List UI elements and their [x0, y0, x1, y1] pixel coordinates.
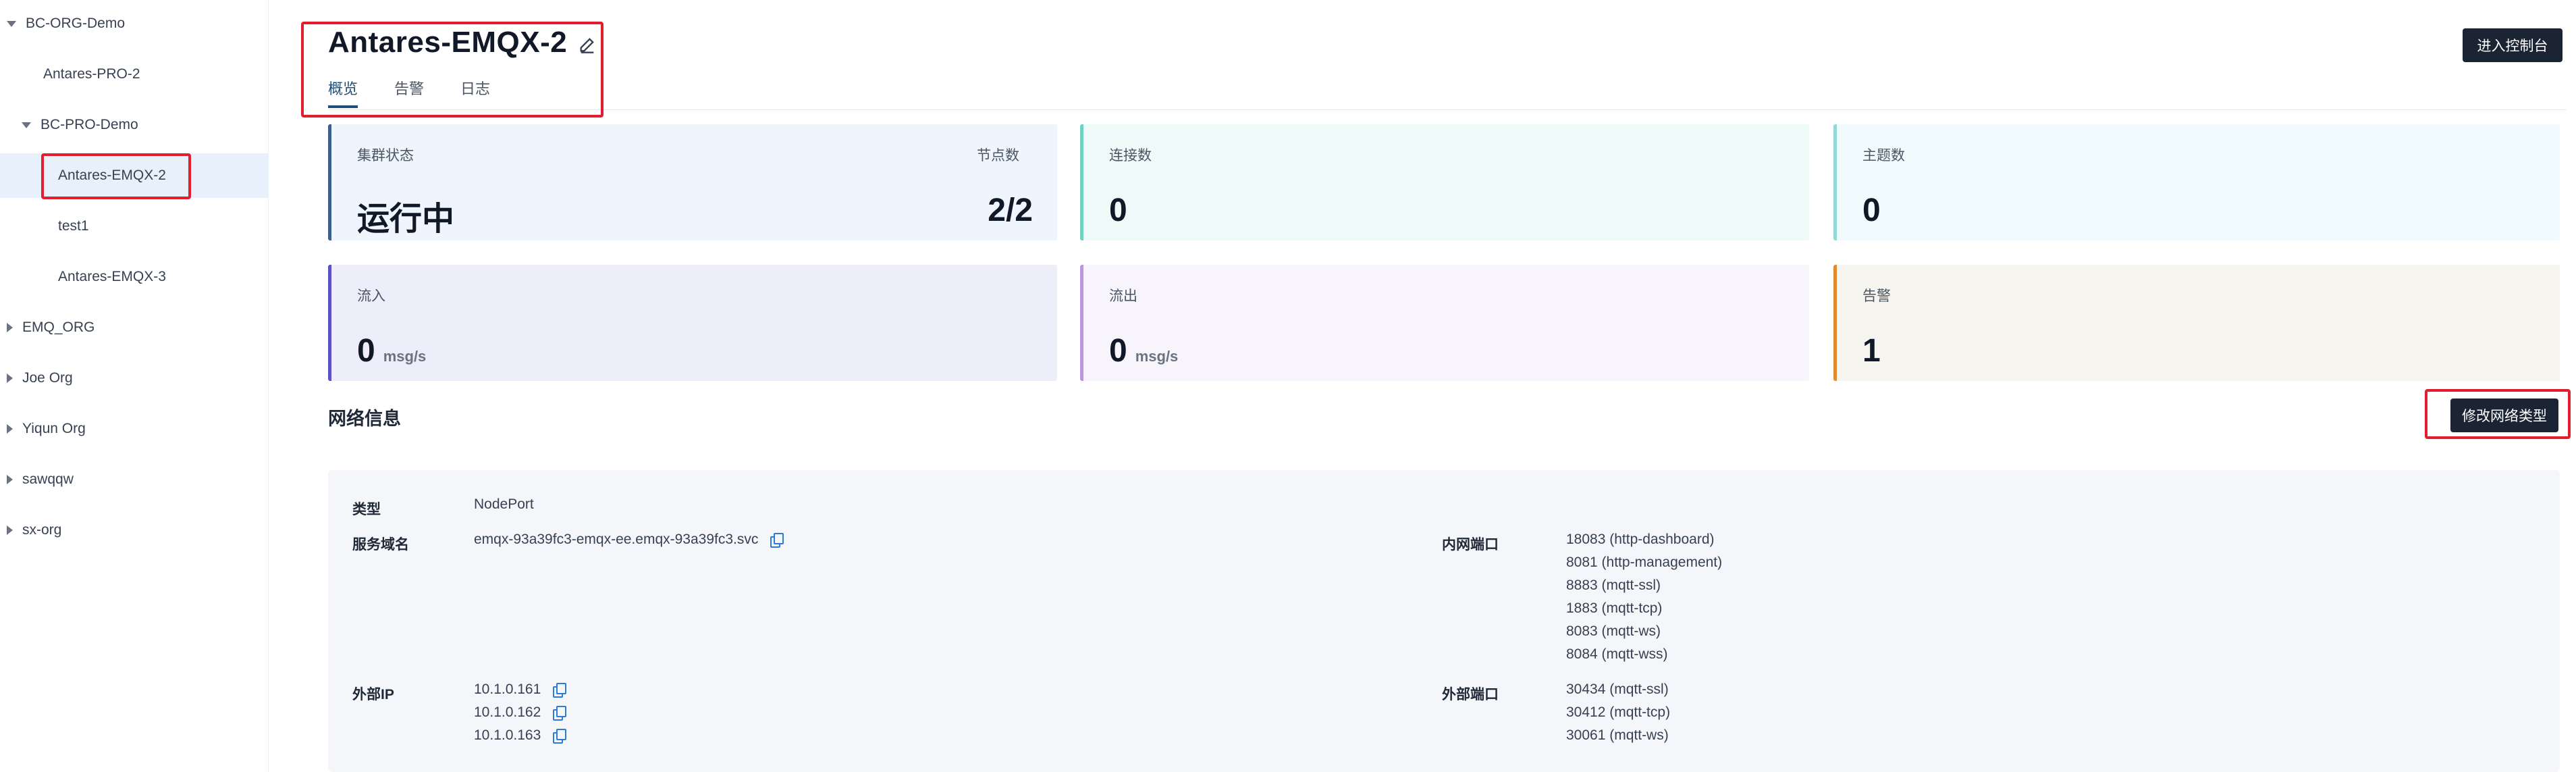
inflow-card: 流入 0 msg/s	[328, 265, 1057, 381]
internal-port-item: 8083 (mqtt-ws)	[1566, 623, 1661, 639]
external-port-item: 30061 (mqtt-ws)	[1566, 727, 1669, 743]
internal-ports-label: 内网端口	[1442, 537, 1499, 552]
internal-port-item: 8883 (mqtt-ssl)	[1566, 577, 1661, 593]
tree-item-bc-pro-demo[interactable]: BC-PRO-Demo	[0, 103, 269, 147]
copy-icon[interactable]	[553, 706, 567, 721]
network-info-title: 网络信息	[328, 409, 401, 429]
inflow-value-wrap: 0 msg/s	[357, 332, 426, 369]
inflow-label: 流入	[357, 288, 385, 304]
copy-icon[interactable]	[770, 533, 784, 548]
internal-port-item: 1883 (mqtt-tcp)	[1566, 600, 1663, 616]
outflow-value-wrap: 0 msg/s	[1109, 332, 1178, 369]
tab-overview[interactable]: 概览	[328, 77, 358, 108]
chevron-right-icon[interactable]	[7, 525, 13, 535]
tree-item-test1[interactable]: test1	[0, 204, 269, 249]
tree-item-label: BC-PRO-Demo	[41, 117, 138, 132]
connections-value: 0	[1109, 192, 1127, 228]
internal-ports-list: 18083 (http-dashboard) 8081 (http-manage…	[1566, 528, 1722, 666]
internal-port-item: 8084 (mqtt-wss)	[1566, 646, 1668, 662]
external-ports-label: 外部端口	[1442, 687, 1499, 702]
external-ip-item: 10.1.0.163	[474, 724, 567, 747]
alarms-label: 告警	[1862, 288, 1891, 304]
internal-port-item: 18083 (http-dashboard)	[1566, 532, 1715, 547]
external-ip-list: 10.1.0.161 10.1.0.162 10.1.0.163	[474, 678, 567, 747]
tree-item-label: BC-ORG-Demo	[26, 16, 126, 31]
outflow-label: 流出	[1109, 288, 1137, 304]
tree-item-label: EMQ_ORG	[22, 319, 95, 335]
external-ip-value: 10.1.0.162	[474, 704, 541, 720]
domain-row: emqx-93a39fc3-emqx-ee.emqx-93a39fc3.svc	[474, 528, 784, 551]
edit-network-type-button[interactable]: 修改网络类型	[2450, 398, 2558, 432]
copy-icon[interactable]	[553, 729, 567, 744]
tree-item-bc-org-demo[interactable]: BC-ORG-Demo	[0, 1, 269, 46]
tree-item-emq-org[interactable]: EMQ_ORG	[0, 305, 269, 350]
type-value: NodePort	[474, 496, 534, 512]
cluster-status-label: 集群状态	[357, 148, 414, 163]
network-info-panel: 类型 NodePort 服务域名 emqx-93a39fc3-emqx-ee.e…	[328, 470, 2560, 772]
tab-alarms[interactable]: 告警	[394, 77, 424, 108]
copy-icon[interactable]	[553, 683, 567, 698]
tree-item-label: sawqqw	[22, 471, 74, 487]
domain-value: emqx-93a39fc3-emqx-ee.emqx-93a39fc3.svc	[474, 532, 759, 547]
tree-item-sx-org[interactable]: sx-org	[0, 508, 269, 552]
node-count-value: 2/2	[988, 192, 1033, 228]
alarms-value: 1	[1862, 333, 1881, 369]
tree-item-label: Antares-EMQX-2	[58, 168, 166, 183]
external-ports-list: 30434 (mqtt-ssl) 30412 (mqtt-tcp) 30061 …	[1566, 678, 1670, 747]
chevron-right-icon[interactable]	[7, 323, 13, 332]
pencil-icon[interactable]	[578, 35, 597, 54]
external-port-item: 30412 (mqtt-tcp)	[1566, 704, 1671, 720]
tree-item-label: sx-org	[22, 522, 62, 538]
cluster-status-card: 集群状态 节点数 运行中 2/2	[328, 124, 1057, 240]
cluster-status-value: 运行中	[357, 201, 455, 237]
external-ip-item: 10.1.0.161	[474, 678, 567, 701]
tree-item-yiqun-org[interactable]: Yiqun Org	[0, 407, 269, 451]
main-content: Antares-EMQX-2 概览 告警 日志 进入控制台 集群状态 节点数 运…	[269, 0, 2576, 772]
tabs-divider	[328, 109, 2567, 110]
outflow-unit: msg/s	[1135, 348, 1179, 365]
chevron-right-icon[interactable]	[7, 374, 13, 383]
connections-card: 连接数 0	[1080, 124, 1809, 240]
external-ip-value: 10.1.0.163	[474, 727, 541, 743]
chevron-right-icon[interactable]	[7, 424, 13, 434]
domain-label: 服务域名	[352, 537, 409, 552]
inflow-unit: msg/s	[383, 348, 427, 365]
outflow-value: 0	[1109, 333, 1127, 369]
chevron-right-icon[interactable]	[7, 475, 13, 484]
tree-item-label: Joe Org	[22, 370, 73, 386]
tree-item-label: Antares-EMQX-3	[58, 269, 166, 284]
external-ip-item: 10.1.0.162	[474, 701, 567, 724]
tree-item-sawqqw[interactable]: sawqqw	[0, 457, 269, 502]
external-ip-value: 10.1.0.161	[474, 681, 541, 697]
enter-console-button[interactable]: 进入控制台	[2463, 28, 2562, 62]
tab-logs[interactable]: 日志	[460, 77, 490, 108]
topics-value: 0	[1862, 192, 1881, 228]
alarms-card[interactable]: 告警 1	[1833, 265, 2560, 381]
internal-port-item: 8081 (http-management)	[1566, 555, 1723, 570]
topics-card: 主题数 0	[1833, 124, 2560, 240]
tree-item-antares-emqx-2[interactable]: Antares-EMQX-2	[0, 153, 269, 198]
external-ip-label: 外部IP	[352, 687, 394, 702]
sidebar-tree: BC-ORG-Demo Antares-PRO-2 BC-PRO-Demo An…	[0, 0, 269, 772]
tree-item-label: Yiqun Org	[22, 421, 86, 436]
tree-item-antares-pro-2[interactable]: Antares-PRO-2	[0, 52, 269, 97]
chevron-down-icon[interactable]	[22, 122, 31, 128]
type-label: 类型	[352, 502, 381, 517]
outflow-card: 流出 0 msg/s	[1080, 265, 1809, 381]
connections-label: 连接数	[1109, 148, 1152, 163]
tree-item-joe-org[interactable]: Joe Org	[0, 356, 269, 401]
node-count-label: 节点数	[977, 148, 1019, 163]
tree-item-label: test1	[58, 218, 89, 234]
page-title: Antares-EMQX-2	[328, 26, 568, 59]
topics-label: 主题数	[1862, 148, 1905, 163]
tree-item-label: Antares-PRO-2	[43, 66, 140, 82]
external-port-item: 30434 (mqtt-ssl)	[1566, 681, 1669, 697]
tree-item-antares-emqx-3[interactable]: Antares-EMQX-3	[0, 255, 269, 299]
inflow-value: 0	[357, 333, 375, 369]
chevron-down-icon[interactable]	[7, 20, 16, 27]
tab-bar: 概览 告警 日志	[328, 77, 527, 108]
